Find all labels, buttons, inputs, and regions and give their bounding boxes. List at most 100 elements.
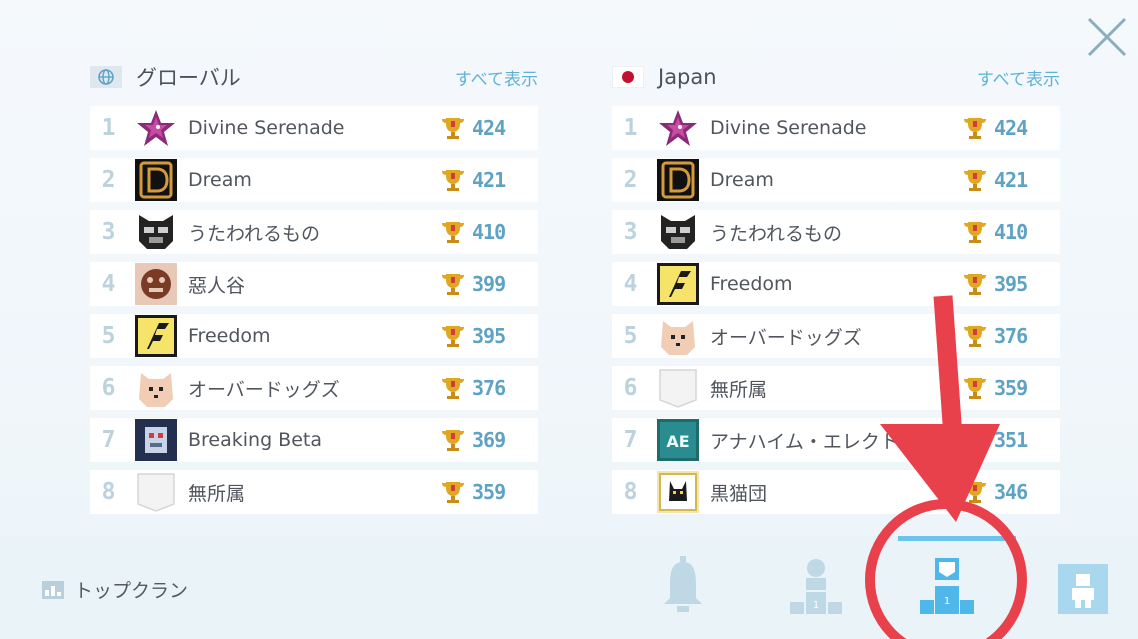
ranking-row[interactable]: 2 Dream 421 [90,158,538,202]
japan-ranking-column: Japan すべて表示 1 Divine Serenade 424 2 Dream 421… [612,58,1060,584]
clan-name: Divine Serenade [188,117,345,139]
rank-number: 2 [623,167,638,193]
robot-emblem-icon [135,419,177,461]
trophy-score: 376 [994,324,1028,348]
clan-name: Divine Serenade [710,117,867,139]
ranking-row[interactable]: 8 無所属 359 [90,470,538,514]
ranking-row[interactable]: 3 うたわれるもの 410 [90,210,538,254]
japan-see-all-link[interactable]: すべて表示 [977,65,1060,90]
trophy-score: 359 [472,480,506,504]
ranking-row[interactable]: 7 Breaking Beta 369 [90,418,538,462]
rank-number: 6 [101,375,116,401]
trophy-score: 376 [472,376,506,400]
f-logo-emblem-icon [657,263,699,305]
trophy-icon [440,115,466,141]
trophy-score: 399 [472,272,506,296]
close-icon[interactable] [1086,16,1128,58]
ranking-row[interactable]: 3 うたわれるもの 410 [612,210,1060,254]
active-tab-indicator [898,536,1016,541]
star-emblem-icon [135,107,177,149]
star-emblem-icon [657,107,699,149]
trophy-icon [440,271,466,297]
rank-number: 4 [101,271,116,297]
d-logo-emblem-icon [135,159,177,201]
ranking-row[interactable]: 8 黒猫団 346 [612,470,1060,514]
japan-ranking-list: 1 Divine Serenade 424 2 Dream 421 3 うたわれるもの 410 4… [612,106,1060,584]
trophy-icon [440,375,466,401]
ranking-row[interactable]: 1 Divine Serenade 424 [90,106,538,150]
trophy-icon [962,479,988,505]
trophy-icon [440,479,466,505]
trophy-score: 424 [994,116,1028,140]
trophy-icon [440,427,466,453]
trophy-icon [440,219,466,245]
top-clan-text: トップクラン [74,580,189,602]
svg-text:1: 1 [813,600,819,611]
profile-button[interactable] [1058,564,1108,614]
trophy-score: 395 [472,324,506,348]
trophy-icon [440,167,466,193]
clan-ranking-tab-icon[interactable]: 1 [920,556,974,616]
trophy-icon [962,427,988,453]
blank-emblem-icon [657,367,699,409]
svg-text:1: 1 [944,596,950,607]
japan-ranking-title: Japan [658,65,717,89]
ranking-row[interactable]: 4 Freedom 395 [612,262,1060,306]
trophy-score: 421 [994,168,1028,192]
global-see-all-link[interactable]: すべて表示 [455,65,538,90]
mask-emblem-icon [657,211,699,253]
ranking-row[interactable]: 4 惡人谷 399 [90,262,538,306]
japan-ranking-header: Japan すべて表示 [612,58,1060,96]
rank-number: 4 [623,271,638,297]
clan-name: Dream [710,169,774,191]
trophy-score: 395 [994,272,1028,296]
ranking-row[interactable]: 6 オーバードッグズ 376 [90,366,538,410]
rank-number: 5 [623,323,638,349]
tiger-emblem-icon [135,263,177,305]
ranking-row[interactable]: 1 Divine Serenade 424 [612,106,1060,150]
trophy-score: 359 [994,376,1028,400]
clan-name: Breaking Beta [188,429,323,451]
clan-name: 黒猫団 [710,482,768,505]
ranking-row[interactable]: 2 Dream 421 [612,158,1060,202]
ranking-row[interactable]: 6 無所属 359 [612,366,1060,410]
clan-name: 無所属 [710,378,768,401]
ranking-row[interactable]: 5 Freedom 395 [90,314,538,358]
global-ranking-column: グローバル すべて表示 1 Divine Serenade 424 2 Dream 421… [90,58,538,584]
trophy-score: 410 [472,220,506,244]
clan-name: オーバードッグズ [188,378,340,401]
dog-emblem-icon [657,315,699,357]
trophy-score: 351 [994,428,1028,452]
clan-podium-icon[interactable]: 1 [790,556,842,616]
clan-name: Freedom [710,273,793,295]
clan-name: オーバードッグズ [710,326,862,349]
global-ranking-title: グローバル [136,66,241,90]
rank-number: 1 [623,115,638,141]
clan-name: 惡人谷 [188,274,246,297]
trophy-icon [962,323,988,349]
ranking-row[interactable]: 7 AE アナハイム・エレクトロ 351 [612,418,1060,462]
clan-name: Dream [188,169,252,191]
bell-icon[interactable] [660,556,706,616]
trophy-icon [440,323,466,349]
trophy-score: 410 [994,220,1028,244]
trophy-icon [962,375,988,401]
f-logo-emblem-icon [135,315,177,357]
trophy-score: 346 [994,480,1028,504]
rank-number: 6 [623,375,638,401]
global-ranking-list: 1 Divine Serenade 424 2 Dream 421 3 うたわれるもの 410 4… [90,106,538,584]
dog-emblem-icon [135,367,177,409]
mask-emblem-icon [135,211,177,253]
svg-text:AE: AE [666,432,689,451]
d-logo-emblem-icon [657,159,699,201]
global-ranking-header: グローバル すべて表示 [90,58,538,96]
trophy-score: 369 [472,428,506,452]
clan-name: うたわれるもの [188,222,321,245]
rank-number: 7 [101,427,116,453]
ranking-row[interactable]: 5 オーバードッグズ 376 [612,314,1060,358]
trophy-icon [962,219,988,245]
rank-number: 5 [101,323,116,349]
trophy-score: 424 [472,116,506,140]
rank-number: 7 [623,427,638,453]
rank-number: 2 [101,167,116,193]
